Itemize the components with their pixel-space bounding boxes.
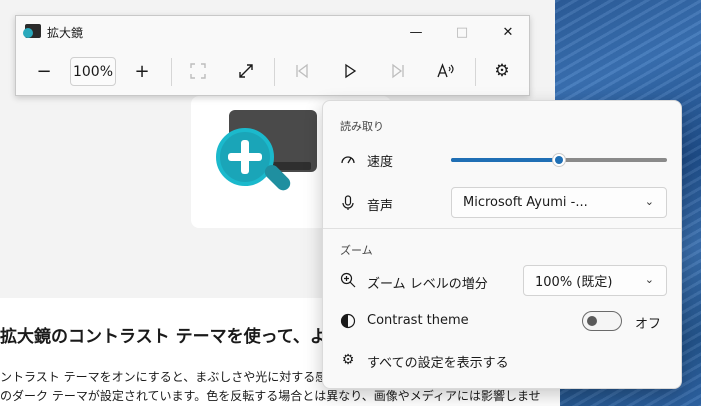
slider-fill — [451, 158, 559, 162]
fullscreen-button[interactable] — [228, 54, 264, 88]
minimize-icon: — — [409, 24, 423, 40]
voice-value: Microsoft Ayumi -... — [463, 195, 588, 210]
voice-label: 音声 — [367, 199, 394, 214]
magnifier-app-icon — [23, 24, 41, 38]
zoom-increment-value: 100% (既定) — [535, 275, 613, 290]
settings-button[interactable]: ⚙ — [484, 54, 520, 88]
magnifier-toolbar: − 100% + ⚙ — [16, 54, 529, 92]
skip-previous-icon — [296, 63, 308, 79]
window-title: 拡大鏡 — [47, 26, 84, 40]
minimize-button[interactable]: — — [393, 16, 439, 48]
close-button[interactable]: ✕ — [485, 16, 531, 48]
article-text-line: のダーク テーマが設定されています。色を反転する場合とは異なり、画像やメディアに… — [0, 389, 540, 403]
read-aloud-button[interactable] — [428, 54, 464, 88]
gear-icon: ⚙ — [341, 352, 355, 368]
slider-thumb[interactable] — [552, 153, 566, 167]
next-button[interactable] — [380, 54, 416, 88]
all-settings-link[interactable]: すべての設定を表示する — [367, 352, 509, 371]
play-icon — [345, 63, 357, 79]
zoom-in-button[interactable]: + — [124, 54, 160, 88]
maximize-button[interactable]: □ — [439, 16, 485, 48]
section-divider — [323, 228, 681, 229]
zoom-section-header: ズーム — [340, 244, 373, 257]
magnifier-window: 拡大鏡 — □ ✕ − 100% + ⚙ — [15, 15, 530, 96]
speedometer-icon — [340, 151, 356, 167]
voice-dropdown[interactable]: Microsoft Ayumi -... ⌄ — [451, 187, 667, 218]
chevron-down-icon: ⌄ — [644, 273, 654, 286]
settings-flyout: 読み取り 速度 音声 Microsoft Ayumi -... ⌄ ズーム ズー… — [322, 100, 682, 389]
gear-icon: ⚙ — [494, 61, 510, 81]
toolbar-divider — [274, 58, 275, 86]
chevron-down-icon: ⌄ — [644, 195, 654, 208]
expand-icon — [239, 64, 253, 78]
toolbar-divider — [171, 58, 172, 86]
close-icon: ✕ — [502, 24, 514, 40]
microphone-icon — [340, 195, 356, 211]
contrast-theme-toggle[interactable] — [582, 311, 622, 331]
toggle-knob — [587, 316, 597, 326]
zoom-increment-dropdown[interactable]: 100% (既定) ⌄ — [523, 265, 667, 296]
maximize-icon: □ — [455, 24, 469, 40]
zoom-in-icon — [340, 272, 356, 288]
fit-view-button[interactable] — [180, 54, 216, 88]
speed-label: 速度 — [367, 155, 394, 170]
zoom-out-button[interactable]: − — [26, 54, 62, 88]
contrast-icon — [340, 313, 356, 329]
toggle-state-label: オフ — [635, 317, 662, 332]
zoom-level-display[interactable]: 100% — [70, 57, 116, 86]
skip-next-icon — [392, 63, 404, 79]
minus-icon: − — [36, 60, 52, 82]
article-text-line: ントラスト テーマをオンにすると、まぶしさや光に対する感度を — [0, 370, 330, 384]
fit-view-icon — [190, 63, 206, 79]
toolbar-divider — [475, 58, 476, 86]
speed-slider[interactable] — [451, 153, 667, 167]
reading-section-header: 読み取り — [340, 120, 384, 133]
article-heading: 拡大鏡のコントラスト テーマを使って、より快 — [0, 327, 330, 347]
title-bar[interactable]: 拡大鏡 — □ ✕ — [16, 16, 529, 48]
play-button[interactable] — [332, 54, 368, 88]
read-aloud-icon — [437, 63, 454, 78]
previous-button[interactable] — [284, 54, 320, 88]
plus-icon: + — [134, 60, 150, 82]
zoom-increment-label: ズーム レベルの増分 — [367, 277, 488, 292]
contrast-theme-label: Contrast theme — [367, 313, 469, 328]
